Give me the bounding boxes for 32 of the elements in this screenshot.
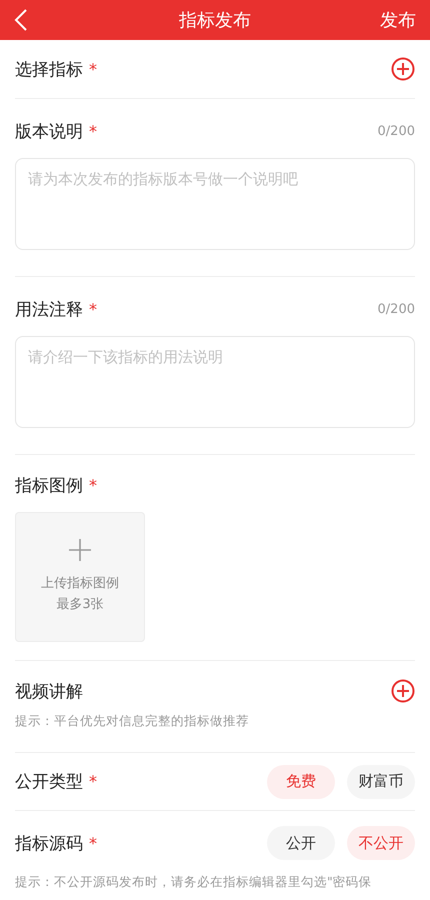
option-chip[interactable]: 公开 [267,826,335,860]
field-label: 指标图例 [15,474,83,496]
field-label: 视频讲解 [15,680,83,702]
upload-text: 最多3张 [56,596,104,614]
hint-text: 提示：不公开源码发布时，请务必在指标编辑器里勾选"密码保 [15,874,373,891]
field-label: 指标源码 [15,832,83,854]
upload-button[interactable]: 上传指标图例 最多3张 [15,512,145,642]
page-title: 指标发布 [179,9,251,32]
text-area[interactable]: 请为本次发布的指标版本号做一个说明吧 [15,158,415,250]
char-counter: 0/200 [378,124,415,138]
field-label: 用法注释 [15,298,83,320]
field-label: 公开类型 [15,771,83,793]
add-icon[interactable] [391,679,415,703]
required-mark: * [89,60,97,78]
option-chip[interactable]: 不公开 [347,826,415,860]
text-area[interactable]: 请介绍一下该指标的用法说明 [15,336,415,428]
char-counter: 0/200 [378,302,415,316]
required-mark: * [89,476,97,494]
hint-text: 提示：平台优先对信息完整的指标做推荐 [15,713,250,730]
field-label: 选择指标 [15,58,83,80]
required-mark: * [89,834,97,852]
upload-text: 上传指标图例 [41,575,119,593]
required-mark: * [89,300,97,318]
publish-button[interactable]: 发布 [380,8,416,32]
required-mark: * [89,122,97,140]
add-icon[interactable] [391,57,415,81]
field-label: 版本说明 [15,120,83,142]
back-icon[interactable] [14,8,28,32]
option-chip[interactable]: 财富币 [347,764,415,798]
option-chip[interactable]: 免费 [267,764,335,798]
required-mark: * [89,772,97,791]
plus-icon [69,539,91,561]
